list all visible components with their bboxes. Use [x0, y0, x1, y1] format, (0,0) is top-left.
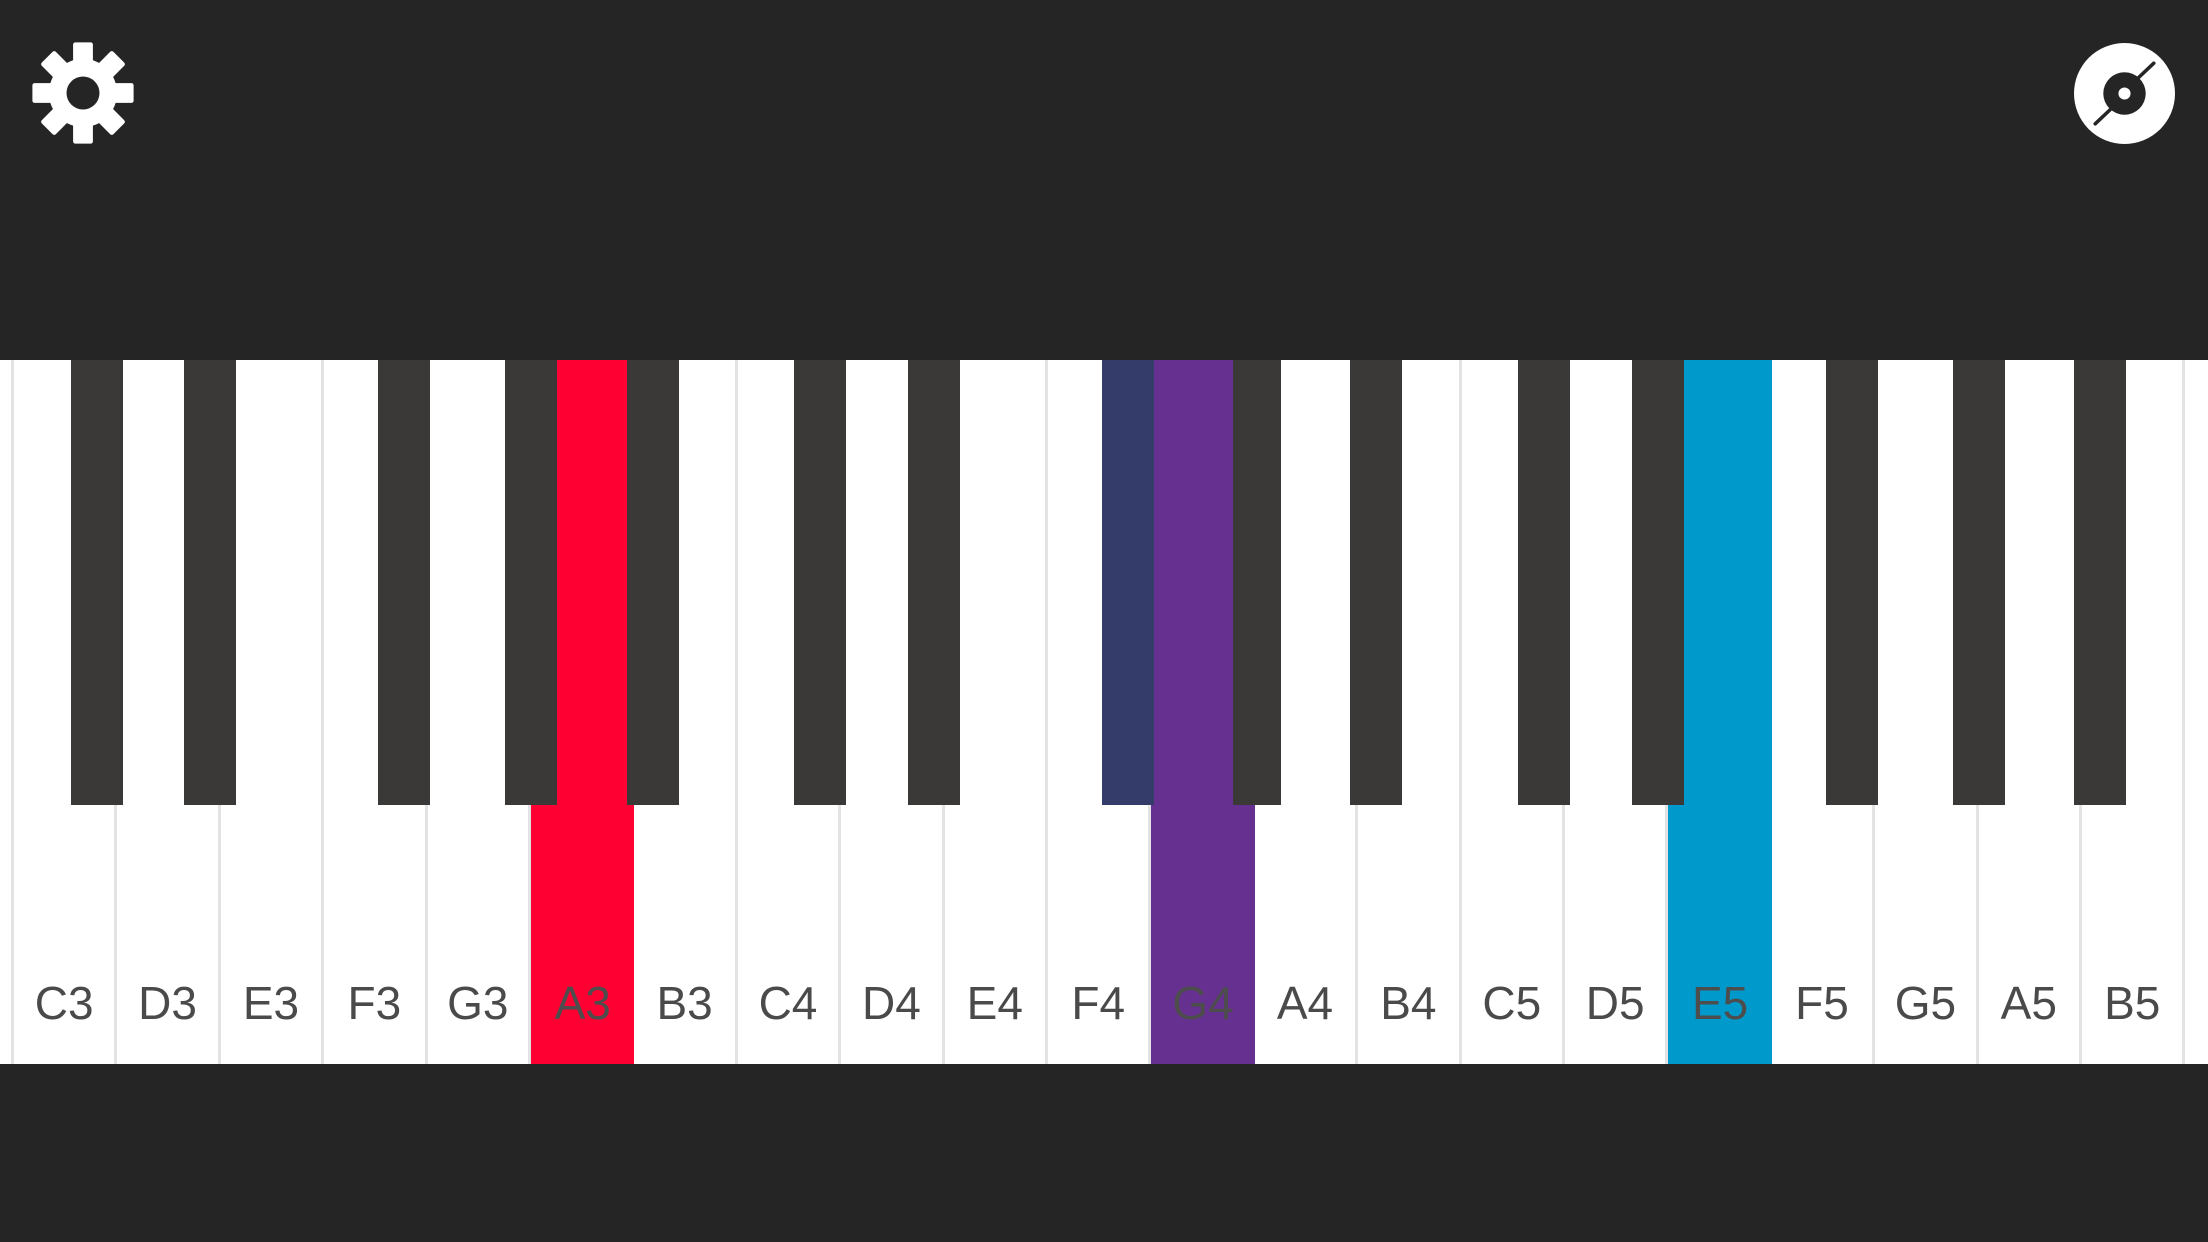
piano-app: C3 D3 E3 F3 G3 A3 B3 C4 D4 E4 F4 G4 A4 B4 C5 D5 E5 F5 G5 A5…: [0, 0, 2208, 1242]
keyboard-left-edge: [0, 360, 14, 1064]
black-key-dsharp3[interactable]: [184, 360, 237, 805]
black-key-fsharp3[interactable]: [378, 360, 431, 805]
black-key-csharp4[interactable]: [794, 360, 847, 805]
black-key-gsharp5[interactable]: [1952, 360, 2005, 805]
piano-keyboard: C3 D3 E3 F3 G3 A3 B3 C4 D4 E4 F4 G4 A4 B4 C5 D5 E5 F5 G5 A5…: [0, 360, 2208, 1064]
key-label: E3: [242, 977, 300, 1029]
black-key-fsharp4[interactable]: [1102, 360, 1154, 805]
highlight-strip-a3: [557, 360, 619, 805]
key-label: F4: [1071, 977, 1126, 1029]
key-label: B4: [1380, 977, 1437, 1029]
highlight-strip-g4: [1165, 360, 1233, 805]
key-label: D5: [1585, 977, 1645, 1029]
key-label: C3: [34, 977, 94, 1029]
key-label: E4: [966, 977, 1023, 1029]
key-label: G4: [1172, 977, 1234, 1029]
key-label: G5: [1894, 977, 1957, 1029]
key-label: A4: [1276, 977, 1334, 1029]
black-key-dsharp4[interactable]: [908, 360, 961, 805]
black-key-gsharp4[interactable]: [1228, 360, 1281, 805]
key-label: D3: [138, 977, 197, 1029]
gear-icon: [32, 42, 134, 144]
black-key-fsharp5[interactable]: [1825, 360, 1878, 805]
black-key-dsharp5[interactable]: [1632, 360, 1684, 805]
vinyl-record-icon: [2093, 61, 2156, 126]
settings-button[interactable]: [28, 38, 138, 148]
key-label: C5: [1482, 977, 1542, 1029]
black-key-gsharp3[interactable]: [505, 360, 557, 805]
highlight-strip-e5: [1704, 360, 1770, 805]
black-key-asharp5[interactable]: [2074, 360, 2127, 805]
key-label: C4: [758, 977, 818, 1029]
black-key-csharp3[interactable]: [70, 360, 123, 805]
key-label: B3: [656, 977, 713, 1029]
black-key-asharp4[interactable]: [1350, 360, 1403, 805]
key-label: D4: [861, 977, 921, 1029]
key-label: B5: [2104, 977, 2161, 1029]
key-label: E5: [1691, 977, 1749, 1029]
black-key-asharp3[interactable]: [626, 360, 679, 805]
key-label: A5: [2000, 977, 2057, 1029]
key-label: G3: [447, 977, 509, 1029]
key-label: A3: [554, 977, 611, 1029]
key-label: F5: [1795, 977, 1849, 1029]
record-button[interactable]: [2074, 43, 2175, 144]
key-label: F3: [347, 977, 402, 1029]
black-key-csharp5[interactable]: [1518, 360, 1571, 805]
